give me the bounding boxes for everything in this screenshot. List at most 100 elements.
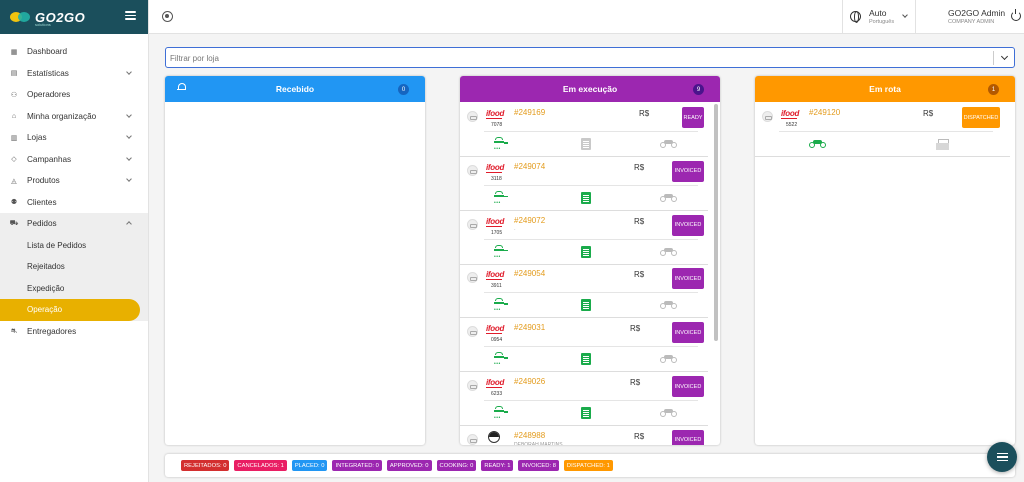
pan-lid	[495, 190, 503, 194]
sidebar-subitem-expedicao[interactable]: Expedição	[0, 278, 148, 300]
order-number-link[interactable]: #248988	[514, 431, 545, 440]
ifood-logo: ifood	[486, 378, 505, 387]
scrollbar[interactable]	[714, 104, 718, 341]
invoice-document-icon[interactable]	[581, 245, 591, 258]
order-card[interactable]: ifood 3911 #249054 R$ INVOICED •••	[460, 264, 708, 319]
heat-dots: •••	[494, 307, 501, 314]
sidebar-item-minha-organizacao[interactable]: ⌂ Minha organização	[0, 106, 148, 128]
chevron-down-icon	[126, 133, 132, 139]
sidebar-subitem-lista-de-pedidos[interactable]: Lista de Pedidos	[0, 235, 148, 257]
pan-body	[494, 356, 504, 359]
ifood-underline	[486, 118, 502, 119]
motorcycle-icon[interactable]	[809, 139, 827, 149]
sidebar-item-estatisticas[interactable]: ▤ Estatísticas	[0, 63, 148, 85]
status-count-chip: COOKING: 0	[436, 460, 477, 471]
delivery-avatar-icon	[762, 111, 773, 122]
order-number-link[interactable]: #249026	[514, 377, 545, 386]
sidebar-item-label: Pedidos	[27, 219, 57, 229]
sidebar-subitem-rejeitados[interactable]: Rejeitados	[0, 256, 148, 278]
status-button-invoiced[interactable]: INVOICED	[672, 268, 704, 290]
order-card[interactable]: ifood 5522 #249120 R$ DISPATCHED	[755, 103, 1010, 157]
user-icon: ⚇	[10, 91, 18, 99]
status-button-invoiced[interactable]: INVOICED	[672, 376, 704, 397]
floating-menu-button[interactable]	[987, 442, 1017, 472]
status-button-invoiced[interactable]: INVOICED	[672, 429, 704, 445]
sidebar-item-campanhas[interactable]: ◇ Campanhas	[0, 149, 148, 171]
order-number-link[interactable]: #249031	[514, 323, 545, 332]
order-card[interactable]: ifood 1705 #249072 · R$ INVOICED •••	[460, 211, 708, 265]
sidebar-item-entregadores[interactable]: ⛐ Entregadores	[0, 321, 148, 343]
topbar: Auto Português GO2GO Admin COMPANY ADMIN	[149, 0, 1024, 34]
motorcycle-icon[interactable]	[660, 300, 678, 310]
pan-body	[494, 194, 504, 197]
status-button-ready[interactable]: READY	[682, 107, 704, 128]
sidebar-subitem-operacao[interactable]: Operação	[0, 299, 140, 321]
motorcycle-icon[interactable]	[660, 408, 678, 418]
order-card[interactable]: ifood 7078 #249169 R$ READY •••	[460, 103, 708, 157]
invoice-document-icon[interactable]	[581, 138, 591, 150]
ifood-underline	[781, 118, 797, 119]
status-count-chip: INVOICED: 8	[518, 460, 559, 471]
pan-body	[494, 248, 504, 251]
sidebar-item-clientes[interactable]: ⚉ Clientes	[0, 192, 148, 214]
language-selector[interactable]: Auto Português	[842, 0, 916, 34]
tag-icon: ◇	[11, 156, 17, 164]
status-button-invoiced[interactable]: INVOICED	[672, 322, 704, 344]
invoice-document-icon[interactable]	[581, 191, 591, 204]
sidebar-item-lojas[interactable]: ▥ Lojas	[0, 127, 148, 149]
sidebar-item-produtos[interactable]: ◬ Produtos	[0, 170, 148, 192]
order-number-link[interactable]: #249054	[514, 269, 545, 278]
invoice-document-icon[interactable]	[581, 353, 591, 366]
order-number-link[interactable]: #249072	[514, 216, 545, 225]
status-count-chip: PLACED: 0	[291, 460, 328, 471]
pan-lid	[495, 352, 503, 356]
order-card[interactable]: #248988DEBORAH MARTINSR$INVOICED•••	[460, 426, 708, 445]
ifood-underline	[486, 225, 502, 227]
sidebar-item-dashboard[interactable]: ▦ Dashboard	[0, 41, 148, 63]
store-filter-select[interactable]	[165, 47, 1015, 68]
ifood-logo: ifood	[486, 324, 505, 334]
order-price: R$	[634, 270, 645, 280]
chevron-down-icon[interactable]	[1000, 52, 1009, 61]
cash-register-icon[interactable]	[936, 139, 949, 150]
heat-dots: •••	[494, 199, 501, 206]
menu-toggle-icon[interactable]	[125, 11, 136, 20]
location-target-icon[interactable]	[162, 11, 173, 22]
order-card[interactable]: ifood 3118 #249074 R$ INVOICED •••	[460, 157, 708, 211]
logout-power-icon[interactable]	[1011, 9, 1021, 21]
column-title: Em execução	[562, 84, 618, 94]
sidebar-item-label: Clientes	[27, 197, 57, 207]
status-button-invoiced[interactable]: INVOICED	[672, 160, 704, 182]
store-filter-input[interactable]	[170, 51, 980, 65]
invoice-document-icon[interactable]	[581, 299, 591, 312]
user-name: GO2GO Admin	[948, 8, 1006, 18]
sidebar-item-label: Entregadores	[27, 326, 77, 336]
status-button-dispatched[interactable]: DISPATCHED	[962, 107, 1000, 128]
motorcycle-icon[interactable]	[660, 139, 678, 149]
cooking-pan-icon: •••	[494, 244, 508, 259]
column-recebido: Recebido 0	[165, 76, 425, 445]
cooking-pan-icon: •••	[494, 406, 508, 421]
card-divider	[484, 346, 698, 348]
delivery-avatar-icon	[467, 111, 478, 122]
order-number-link[interactable]: #249074	[514, 162, 545, 171]
order-card[interactable]: ifood 6233 #249026 R$ INVOICED •••	[460, 372, 708, 426]
ifood-underline	[486, 171, 502, 173]
order-card[interactable]: ifood 0954 #249031 R$ INVOICED •••	[460, 318, 708, 373]
motorcycle-icon[interactable]	[660, 247, 678, 257]
order-number-link[interactable]: #249120	[809, 108, 840, 117]
order-price: R$	[923, 109, 934, 118]
column-header-em-execucao: Em execução 9	[460, 76, 720, 102]
card-divider	[484, 131, 698, 132]
invoice-document-icon[interactable]	[581, 407, 591, 419]
order-short-code: 6233	[491, 391, 503, 397]
brand-bar: GO2GO solutions	[0, 0, 148, 34]
sidebar-item-pedidos[interactable]: ⛟ Pedidos	[0, 213, 148, 235]
sidebar-item-operadores[interactable]: ⚇ Operadores	[0, 84, 148, 106]
order-number-link[interactable]: #249169	[514, 108, 545, 117]
user-menu[interactable]: GO2GO Admin COMPANY ADMIN	[939, 0, 1009, 34]
motorcycle-icon[interactable]	[660, 354, 678, 364]
status-button-invoiced[interactable]: INVOICED	[672, 214, 704, 236]
bell-icon[interactable]	[177, 83, 186, 92]
motorcycle-icon[interactable]	[660, 193, 678, 203]
